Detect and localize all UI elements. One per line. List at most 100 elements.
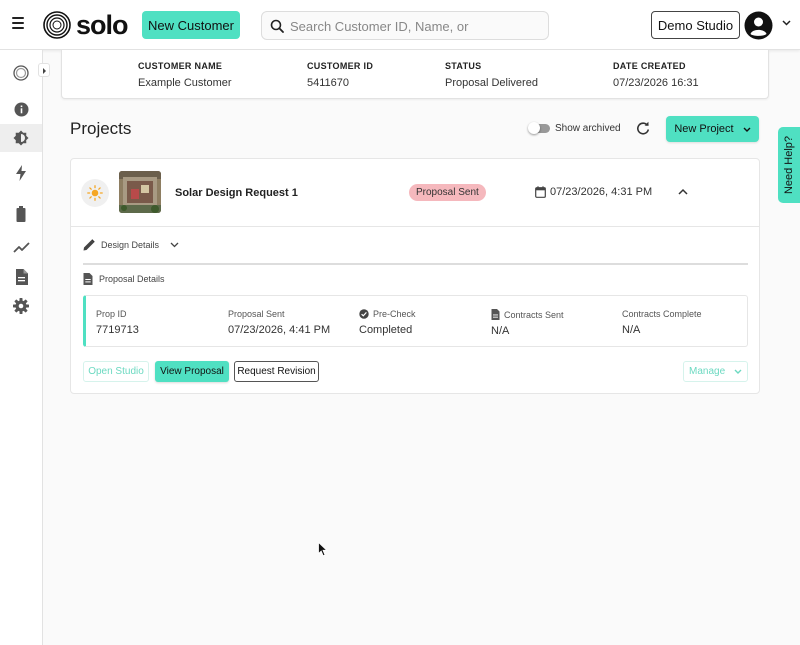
refresh-icon[interactable] <box>636 121 650 135</box>
proposal-summary: Prop ID 7719713 Proposal Sent 07/23/2026… <box>83 295 748 347</box>
gear-icon <box>13 298 29 314</box>
sidebar-item-projects[interactable] <box>0 124 42 152</box>
hamburger-menu-icon[interactable] <box>12 17 24 29</box>
customer-name-column: CUSTOMER NAME Example Customer <box>138 61 232 89</box>
show-archived-toggle[interactable] <box>528 122 550 134</box>
document-icon <box>491 309 500 320</box>
contracts-sent-header: Contracts Sent <box>491 309 564 320</box>
calendar-icon <box>535 186 546 198</box>
status-value: Proposal Delivered <box>445 77 538 89</box>
project-card: Solar Design Request 1 Proposal Sent 07/… <box>70 158 760 394</box>
open-studio-button[interactable]: Open Studio <box>83 361 149 382</box>
solo-logo[interactable]: solo <box>43 9 129 40</box>
document-icon <box>15 269 28 285</box>
show-archived-label: Show archived <box>555 123 621 134</box>
contracts-complete-column: Contracts Complete N/A <box>622 309 702 336</box>
status-badge: Proposal Sent <box>409 184 486 201</box>
customer-id-label: CUSTOMER ID <box>307 61 374 71</box>
contracts-sent-value: N/A <box>491 325 510 337</box>
status-label: STATUS <box>445 61 482 71</box>
proposal-sent-label: Proposal Sent <box>228 309 285 319</box>
prop-id-value: 7719713 <box>96 324 139 336</box>
prop-id-column: Prop ID 7719713 <box>96 309 139 336</box>
search-box[interactable] <box>261 11 549 40</box>
projects-title: Projects <box>70 119 132 138</box>
solar-indicator <box>81 179 109 207</box>
mouse-cursor-icon <box>318 542 328 557</box>
need-help-tab[interactable]: Need Help? <box>778 127 800 203</box>
chevron-right-icon <box>43 68 46 74</box>
sidebar-item-energy[interactable] <box>0 159 42 187</box>
project-name[interactable]: Solar Design Request 1 <box>175 187 298 199</box>
trending-icon <box>12 242 30 253</box>
sidebar <box>0 50 43 645</box>
sidebar-item-settings[interactable] <box>0 292 42 320</box>
request-revision-button[interactable]: Request Revision <box>234 361 319 382</box>
solo-logo-mark-icon <box>43 11 71 39</box>
contracts-complete-value: N/A <box>622 324 641 336</box>
demo-studio-button[interactable]: Demo Studio <box>651 11 740 39</box>
customer-name-value: Example Customer <box>138 77 232 89</box>
sun-icon <box>87 185 103 201</box>
contracts-sent-column: Contracts Sent N/A <box>491 309 564 337</box>
logo-text: solo <box>76 9 129 40</box>
info-icon <box>14 102 28 116</box>
proposal-sent-column: Proposal Sent 07/23/2026, 4:41 PM <box>228 309 330 336</box>
project-header[interactable]: Solar Design Request 1 Proposal Sent 07/… <box>71 159 759 227</box>
status-column: STATUS Proposal Delivered <box>445 61 538 89</box>
lightning-icon <box>16 165 26 181</box>
account-chevron-down-icon[interactable] <box>782 20 791 26</box>
pencil-icon <box>83 239 95 251</box>
brightness-icon <box>13 130 29 146</box>
search-input[interactable] <box>290 16 540 36</box>
chevron-up-icon[interactable] <box>678 188 688 195</box>
contracts-sent-label: Contracts Sent <box>504 309 564 320</box>
project-date: 07/23/2026, 4:31 PM <box>535 186 652 198</box>
design-details-label: Design Details <box>101 240 160 250</box>
design-details-toggle[interactable]: Design Details <box>83 239 179 251</box>
section-divider <box>83 263 748 265</box>
manage-button[interactable]: Manage <box>683 361 748 382</box>
battery-icon <box>16 206 26 222</box>
chevron-down-icon <box>743 127 751 132</box>
new-project-label: New Project <box>674 123 734 135</box>
sidebar-item-home[interactable] <box>0 59 42 87</box>
pre-check-label: Pre-Check <box>373 309 416 319</box>
chevron-down-icon <box>170 242 179 248</box>
top-bar: solo New Customer Demo Studio <box>0 0 800 50</box>
sidebar-item-documents[interactable] <box>0 263 42 291</box>
new-customer-button[interactable]: New Customer <box>142 11 240 39</box>
user-avatar-icon[interactable] <box>744 11 773 40</box>
aerial-image <box>119 171 161 213</box>
document-icon <box>83 273 93 285</box>
sidebar-expand-button[interactable] <box>38 63 50 77</box>
check-circle-icon <box>359 309 369 319</box>
sidebar-item-info[interactable] <box>0 95 42 123</box>
pre-check-header: Pre-Check <box>359 309 416 319</box>
proposal-details-label: Proposal Details <box>99 274 165 284</box>
chevron-down-icon <box>734 369 742 374</box>
customer-summary-card: CUSTOMER NAME Example Customer CUSTOMER … <box>61 50 769 99</box>
contracts-complete-label: Contracts Complete <box>622 309 702 319</box>
date-created-value: 07/23/2026 16:31 <box>613 77 699 89</box>
proposal-sent-value: 07/23/2026, 4:41 PM <box>228 324 331 336</box>
pre-check-value: Completed <box>359 324 413 336</box>
need-help-label: Need Help? <box>783 135 795 195</box>
logo-circle-icon <box>13 65 29 81</box>
new-project-button[interactable]: New Project <box>666 116 759 142</box>
view-proposal-button[interactable]: View Proposal <box>155 361 229 382</box>
sidebar-item-analytics[interactable] <box>0 234 42 262</box>
manage-label: Manage <box>689 366 726 377</box>
customer-name-label: CUSTOMER NAME <box>138 61 223 71</box>
customer-id-column: CUSTOMER ID 5411670 <box>307 61 373 89</box>
prop-id-label: Prop ID <box>96 309 127 319</box>
proposal-details-header: Proposal Details <box>83 273 165 285</box>
project-date-text: 07/23/2026, 4:31 PM <box>550 186 653 198</box>
sidebar-item-battery[interactable] <box>0 200 42 228</box>
search-icon <box>270 19 284 33</box>
pre-check-column: Pre-Check Completed <box>359 309 416 336</box>
roof-aerial-thumbnail[interactable] <box>119 171 161 213</box>
date-created-column: DATE CREATED 07/23/2026 16:31 <box>613 61 699 89</box>
customer-id-value: 5411670 <box>307 77 350 89</box>
date-created-label: DATE CREATED <box>613 61 686 71</box>
